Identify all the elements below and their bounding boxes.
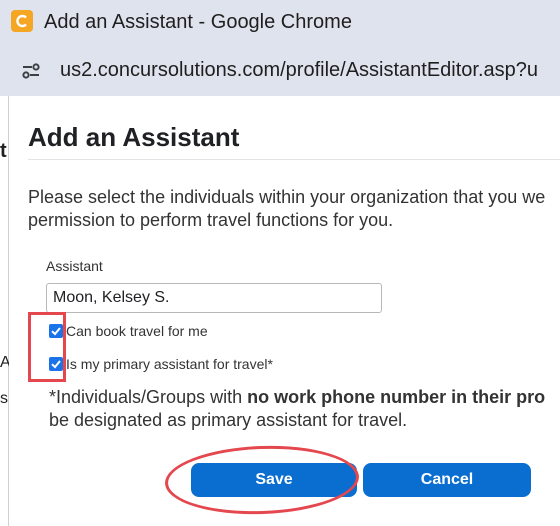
checkbox-highlight-annotation bbox=[28, 312, 66, 382]
url-text[interactable]: us2.concursolutions.com/profile/Assistan… bbox=[60, 59, 538, 82]
divider bbox=[28, 159, 560, 160]
window-title: Add an Assistant - Google Chrome bbox=[44, 11, 352, 33]
background-text: s bbox=[0, 390, 8, 407]
note-line-2: be designated as primary assistant for t… bbox=[49, 410, 408, 430]
assistant-input[interactable] bbox=[46, 283, 382, 313]
note-prefix: *Individuals/Groups with bbox=[49, 387, 248, 407]
primary-assistant-note: *Individuals/Groups with no work phone n… bbox=[49, 386, 560, 432]
background-text: t bbox=[0, 140, 7, 162]
site-info-icon[interactable] bbox=[14, 56, 48, 86]
browser-title-bar: Add an Assistant - Google Chrome bbox=[0, 0, 560, 46]
note-bold: no work phone number in their pro bbox=[247, 387, 546, 407]
cancel-button[interactable]: Cancel bbox=[363, 463, 531, 497]
concur-app-icon bbox=[11, 10, 33, 32]
can-book-travel-checkbox-row[interactable]: Can book travel for me bbox=[49, 323, 208, 339]
intro-line: permission to perform travel functions f… bbox=[28, 210, 394, 230]
can-book-travel-label[interactable]: Can book travel for me bbox=[66, 323, 208, 339]
background-page: t A s bbox=[0, 96, 11, 526]
note-line-1: *Individuals/Groups with no work phone n… bbox=[49, 386, 560, 409]
assistant-label: Assistant bbox=[46, 258, 103, 274]
intro-text: Please select the individuals within you… bbox=[28, 186, 560, 232]
dialog-title: Add an Assistant bbox=[28, 122, 240, 152]
address-bar: us2.concursolutions.com/profile/Assistan… bbox=[0, 46, 560, 96]
intro-line: Please select the individuals within you… bbox=[28, 187, 546, 207]
primary-assistant-label[interactable]: Is my primary assistant for travel* bbox=[66, 356, 273, 372]
primary-assistant-checkbox-row[interactable]: Is my primary assistant for travel* bbox=[49, 356, 273, 372]
